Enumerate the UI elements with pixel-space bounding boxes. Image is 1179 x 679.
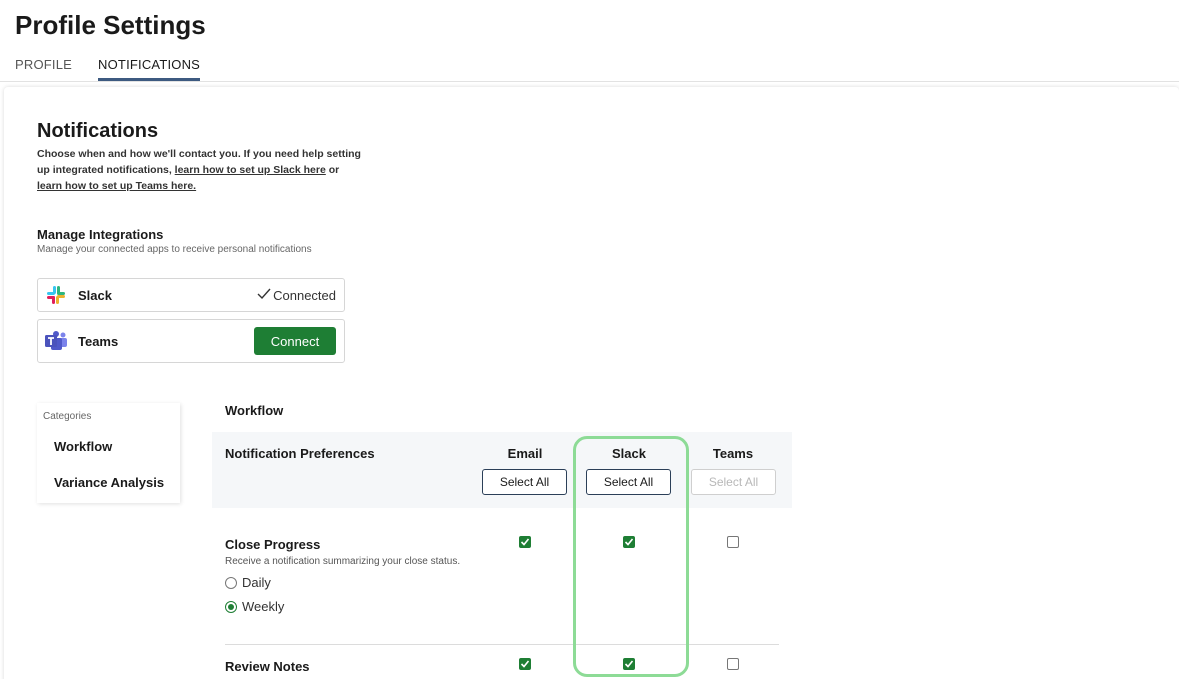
close-progress-teams-checkbox[interactable]: [727, 536, 739, 548]
teams-icon: [44, 329, 68, 353]
tab-profile[interactable]: PROFILE: [15, 57, 72, 81]
preferences-label: Notification Preferences: [225, 446, 375, 461]
categories-label: Categories: [43, 411, 92, 422]
tab-divider: [0, 81, 1179, 82]
notifications-title: Notifications: [37, 120, 159, 142]
slack-status: Connected: [257, 288, 336, 303]
review-notes-teams-checkbox[interactable]: [727, 658, 739, 670]
email-select-all-button[interactable]: Select All: [482, 469, 567, 495]
slack-status-text: Connected: [273, 287, 336, 303]
close-progress-email-checkbox[interactable]: [519, 536, 531, 548]
description-or: or: [325, 164, 340, 176]
column-slack: Slack: [612, 446, 646, 461]
preferences-header: Notification Preferences Email Slack Tea…: [212, 432, 792, 508]
column-teams: Teams: [712, 446, 754, 461]
close-progress-description: Receive a notification summarizing your …: [225, 556, 461, 567]
radio-weekly-control[interactable]: [225, 600, 237, 613]
review-notes-email-checkbox[interactable]: [519, 658, 531, 670]
category-variance-analysis[interactable]: Variance Analysis: [54, 475, 164, 490]
category-workflow[interactable]: Workflow: [54, 439, 112, 454]
radio-weekly[interactable]: Weekly: [225, 599, 284, 614]
close-progress-slack-checkbox[interactable]: [623, 536, 635, 548]
column-email: Email: [507, 446, 543, 461]
teams-select-all-button: Select All: [691, 469, 776, 495]
slack-setup-link[interactable]: learn how to set up Slack here: [175, 164, 326, 176]
review-notes-title: Review Notes: [225, 659, 310, 674]
slack-icon: [44, 283, 68, 307]
workflow-title: Workflow: [225, 403, 284, 418]
radio-weekly-label: Weekly: [242, 599, 285, 614]
row-divider: [225, 644, 779, 645]
categories-menu: Categories Workflow Variance Analysis: [37, 403, 180, 503]
radio-daily[interactable]: Daily: [225, 575, 271, 590]
slack-select-all-button[interactable]: Select All: [586, 469, 671, 495]
manage-integrations-description: Manage your connected apps to receive pe…: [37, 244, 312, 255]
tab-notifications[interactable]: NOTIFICATIONS: [98, 57, 201, 81]
page-title: Profile Settings: [15, 10, 206, 40]
teams-setup-link[interactable]: learn how to set up Teams here.: [37, 180, 196, 192]
radio-daily-control[interactable]: [225, 576, 237, 589]
check-icon: [257, 288, 271, 303]
teams-integration-card: Teams Connect: [37, 319, 345, 363]
notifications-description: Choose when and how we'll contact you. I…: [37, 146, 367, 194]
tab-bar: PROFILE NOTIFICATIONS: [15, 57, 201, 81]
teams-connect-button[interactable]: Connect: [254, 327, 336, 355]
slack-name: Slack: [78, 287, 112, 303]
close-progress-title: Close Progress: [225, 537, 321, 552]
teams-name: Teams: [78, 333, 119, 349]
radio-daily-label: Daily: [242, 575, 271, 590]
slack-integration-card: Slack Connected: [37, 278, 345, 312]
review-notes-slack-checkbox[interactable]: [623, 658, 635, 670]
manage-integrations-title: Manage Integrations: [37, 227, 164, 242]
